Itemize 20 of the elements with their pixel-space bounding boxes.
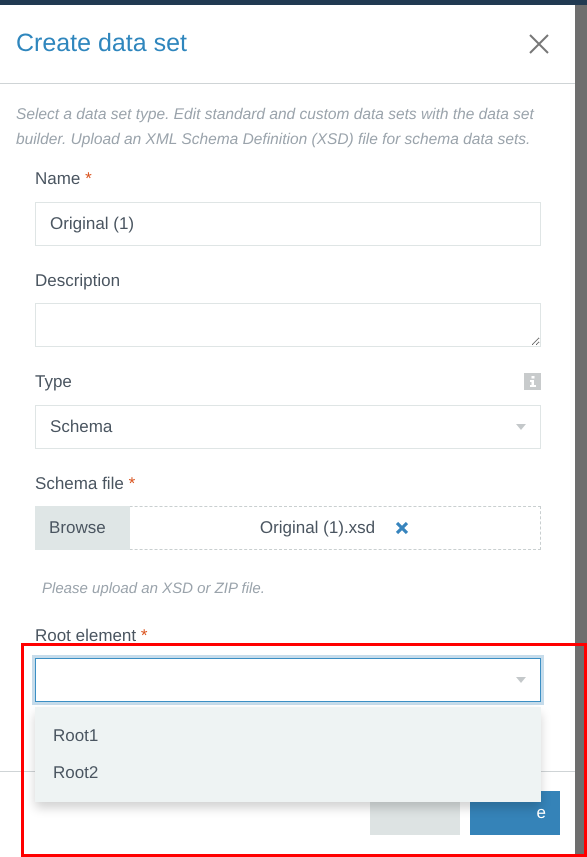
- browse-button[interactable]: Browse: [35, 506, 130, 550]
- dropdown-option[interactable]: Root2: [35, 754, 541, 792]
- field-label: Root element *: [35, 624, 148, 646]
- dropdown-option[interactable]: Root1: [35, 716, 541, 754]
- name-input[interactable]: Original (1): [35, 202, 541, 246]
- hint-text: Please upload an XSD or ZIP file.: [42, 579, 266, 599]
- caret-icon: [516, 677, 526, 683]
- dialog-title: Create data set: [16, 28, 187, 60]
- select-field[interactable]: Schema: [35, 404, 541, 448]
- caret-icon: [516, 424, 526, 430]
- file-name: Original (1).xsd: [260, 517, 376, 540]
- select-field[interactable]: [35, 658, 541, 702]
- description-input[interactable]: [35, 303, 541, 347]
- field-label: Name *: [35, 168, 92, 190]
- field-label: Schema file *: [35, 472, 136, 494]
- close-icon[interactable]: [529, 34, 549, 54]
- field-label: Type: [35, 371, 72, 393]
- field-label: Description: [35, 270, 120, 292]
- intro-text: Select a data set type. Edit standard and custom data sets with the data set builder. Upload an XML Schema Definition (XSD) file for schema data sets.: [15, 105, 536, 150]
- remove-icon[interactable]: [395, 521, 410, 535]
